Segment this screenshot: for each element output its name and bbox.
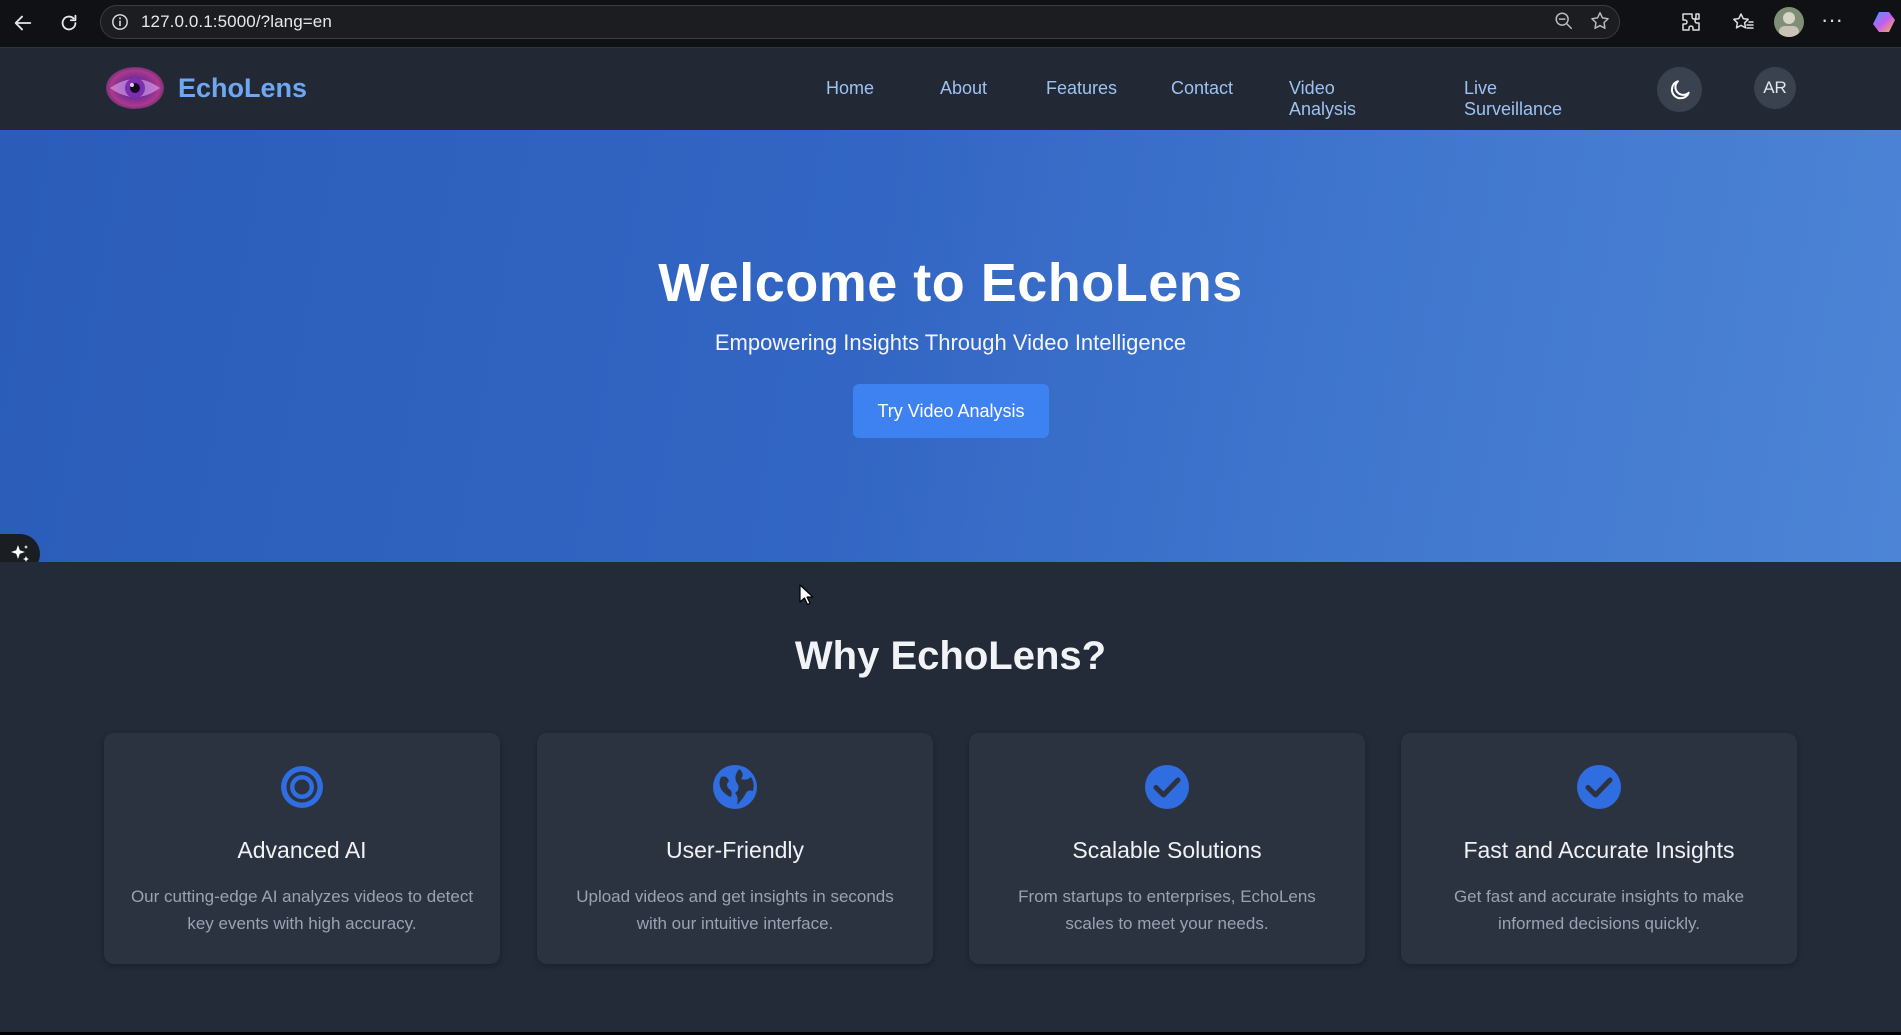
check-circle-icon: [1145, 765, 1189, 809]
feature-title: Advanced AI: [237, 837, 367, 863]
zoom-out-icon[interactable]: [1553, 10, 1575, 37]
hero-section: Welcome to EchoLens Empowering Insights …: [0, 130, 1901, 562]
moon-icon: [1670, 79, 1690, 99]
feature-description: Upload videos and get insights in second…: [576, 887, 894, 933]
browser-toolbar: 127.0.0.1:5000/?lang=en ···: [0, 0, 1901, 47]
nav-link-live-surveillance[interactable]: Live Surveillance: [1464, 78, 1562, 120]
features-section: Why EchoLens? Advanced AI Our cutting-ed…: [0, 562, 1901, 1035]
favorites-icon[interactable]: [1731, 10, 1755, 39]
language-toggle-button[interactable]: AR: [1754, 67, 1796, 109]
feature-card-user-friendly: User-Friendly Upload videos and get insi…: [537, 733, 933, 964]
brand-logo[interactable]: EchoLens: [104, 64, 307, 112]
address-bar[interactable]: 127.0.0.1:5000/?lang=en: [100, 5, 1620, 39]
nav-link-about[interactable]: About: [940, 78, 987, 99]
globe-icon: [713, 765, 757, 809]
feature-title: Scalable Solutions: [1072, 837, 1262, 863]
site-info-icon[interactable]: [111, 13, 129, 31]
site-navbar: EchoLens Home About Features Contact Vid…: [0, 47, 1901, 130]
feature-title: Fast and Accurate Insights: [1463, 837, 1735, 863]
profile-avatar[interactable]: [1774, 7, 1804, 37]
check-circle-icon: [1577, 765, 1621, 809]
feature-title: User-Friendly: [665, 837, 805, 863]
target-icon: [281, 766, 323, 808]
star-icon[interactable]: [1589, 10, 1611, 37]
copilot-icon[interactable]: [1871, 8, 1899, 41]
nav-link-contact[interactable]: Contact: [1171, 78, 1233, 99]
theme-toggle-button[interactable]: [1657, 67, 1702, 112]
features-heading: Why EchoLens?: [794, 634, 1107, 678]
feature-description: From startups to enterprises, EchoLens s…: [1018, 887, 1316, 933]
nav-link-video-analysis[interactable]: Video Analysis: [1289, 78, 1356, 120]
extensions-icon[interactable]: [1679, 10, 1703, 39]
nav-link-home[interactable]: Home: [826, 78, 874, 99]
brand-name[interactable]: EchoLens: [178, 73, 307, 104]
nav-link-features[interactable]: Features: [1046, 78, 1117, 99]
feature-card-fast-accurate-insights: Fast and Accurate Insights Get fast and …: [1401, 733, 1797, 964]
url-text[interactable]: 127.0.0.1:5000/?lang=en: [141, 12, 332, 32]
eye-logo-icon: [106, 67, 164, 109]
reload-icon[interactable]: [54, 8, 84, 38]
feature-description: Get fast and accurate insights to make i…: [1453, 887, 1745, 933]
mouse-cursor-icon: [799, 584, 814, 606]
feature-description: Our cutting-edge AI analyzes videos to d…: [130, 887, 474, 933]
feature-card-advanced-ai: Advanced AI Our cutting-edge AI analyzes…: [104, 733, 500, 964]
feature-card-scalable-solutions: Scalable Solutions From startups to ente…: [969, 733, 1365, 964]
try-video-analysis-button[interactable]: Try Video Analysis: [853, 384, 1049, 438]
back-arrow-icon[interactable]: [8, 8, 38, 38]
hero-title: Welcome to EchoLens: [658, 253, 1243, 313]
more-options-icon[interactable]: ···: [1821, 9, 1843, 31]
hero-subtitle: Empowering Insights Through Video Intell…: [714, 330, 1187, 355]
